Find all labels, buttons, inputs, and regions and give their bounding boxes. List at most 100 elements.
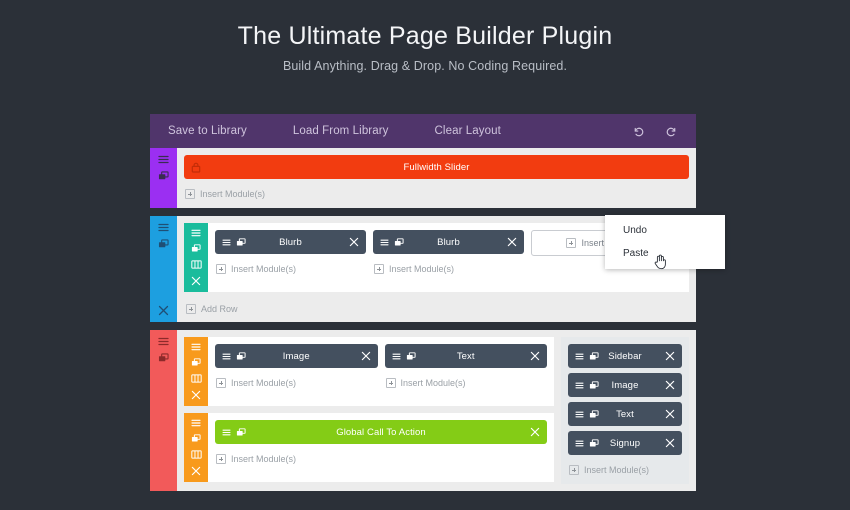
close-icon[interactable]: [349, 237, 359, 247]
hamburger-icon[interactable]: [222, 239, 231, 246]
clone-icon[interactable]: [406, 351, 416, 361]
close-icon[interactable]: [191, 276, 201, 286]
section-toolbar-red[interactable]: [150, 330, 177, 491]
column-1: Image Insert Module(s): [215, 344, 378, 399]
close-icon[interactable]: [150, 305, 177, 316]
builder-toolbar: Save to Library Load From Library Clear …: [150, 114, 696, 148]
plus-icon: [186, 304, 196, 314]
clone-icon[interactable]: [589, 438, 599, 448]
columns-icon[interactable]: [190, 374, 202, 383]
insert-modules-link[interactable]: Insert Module(s): [215, 449, 547, 466]
context-menu-item-undo[interactable]: Undo: [605, 219, 725, 242]
module-blurb[interactable]: Blurb: [215, 230, 366, 254]
hamburger-icon[interactable]: [191, 343, 201, 351]
module-text[interactable]: Text: [384, 344, 547, 368]
hamburger-icon[interactable]: [222, 353, 231, 360]
clear-layout-button[interactable]: Clear Layout: [435, 125, 501, 137]
module-image[interactable]: Image: [215, 344, 378, 368]
section-content-sidebar: Image Insert Module(s) Text Insert Modul…: [150, 330, 696, 491]
insert-modules-link[interactable]: Insert Module(s): [385, 373, 548, 390]
module-icons: [191, 162, 201, 173]
module-blurb[interactable]: Blurb: [373, 230, 524, 254]
module-icons: [391, 351, 416, 361]
section-toolbar-blue[interactable]: [150, 216, 177, 322]
module-global-call-to-action[interactable]: Global Call To Action: [215, 420, 547, 444]
clone-icon[interactable]: [236, 427, 246, 437]
hamburger-icon[interactable]: [158, 155, 169, 164]
hamburger-icon[interactable]: [575, 440, 584, 447]
insert-modules-label: Insert Module(s): [389, 264, 455, 274]
hamburger-icon[interactable]: [191, 229, 201, 237]
hamburger-icon[interactable]: [222, 429, 231, 436]
section-toolbar-purple[interactable]: [150, 148, 177, 208]
row-cta: Global Call To Action Insert Module(s): [184, 413, 554, 482]
clone-icon[interactable]: [158, 171, 169, 181]
close-icon[interactable]: [530, 351, 540, 361]
clone-icon[interactable]: [158, 239, 169, 249]
section-body-content-sidebar: Image Insert Module(s) Text Insert Modul…: [177, 330, 696, 491]
clone-icon[interactable]: [236, 351, 246, 361]
column-1: Global Call To Action Insert Module(s): [215, 420, 547, 475]
clone-icon[interactable]: [191, 358, 201, 367]
plus-icon: [385, 378, 396, 388]
close-icon[interactable]: [507, 237, 517, 247]
module-text[interactable]: Text: [568, 402, 682, 426]
hamburger-icon[interactable]: [575, 411, 584, 418]
add-row-label: Add Row: [201, 304, 238, 314]
close-icon[interactable]: [191, 390, 201, 400]
columns-icon[interactable]: [190, 450, 202, 459]
clone-icon[interactable]: [589, 380, 599, 390]
close-icon[interactable]: [361, 351, 371, 361]
insert-modules-link[interactable]: Insert Module(s): [215, 373, 378, 390]
insert-modules-link[interactable]: Insert Module(s): [373, 259, 524, 276]
undo-icon[interactable]: [632, 125, 645, 138]
redo-icon[interactable]: [665, 125, 678, 138]
module-sidebar[interactable]: Sidebar: [568, 344, 682, 368]
clone-icon[interactable]: [394, 237, 404, 247]
module-image[interactable]: Image: [568, 373, 682, 397]
module-icons: [575, 351, 599, 361]
close-icon[interactable]: [665, 409, 675, 419]
module-icons: [380, 237, 404, 247]
save-to-library-button[interactable]: Save to Library: [168, 125, 247, 137]
hamburger-icon[interactable]: [391, 353, 401, 360]
hamburger-icon[interactable]: [158, 223, 169, 232]
clone-icon[interactable]: [236, 237, 246, 247]
column-1: Blurb Insert Module(s): [215, 230, 366, 285]
plus-icon: [216, 378, 226, 388]
add-row-link[interactable]: Add Row: [184, 299, 689, 315]
hamburger-icon[interactable]: [575, 353, 584, 360]
close-icon[interactable]: [191, 466, 201, 476]
row-toolbar-orange[interactable]: [184, 337, 208, 406]
row-body: Global Call To Action Insert Module(s): [208, 413, 554, 482]
section-body-fullwidth: Fullwidth Slider Insert Module(s): [177, 148, 696, 208]
row-toolbar-orange[interactable]: [184, 413, 208, 482]
hamburger-icon[interactable]: [191, 419, 201, 427]
module-icons: [222, 237, 246, 247]
close-icon[interactable]: [665, 438, 675, 448]
module-fullwidth-slider[interactable]: Fullwidth Slider: [184, 155, 689, 179]
lock-icon: [191, 162, 201, 173]
hamburger-icon[interactable]: [158, 337, 169, 346]
column-2: Text Insert Module(s): [384, 344, 548, 399]
insert-modules-link[interactable]: Insert Module(s): [568, 460, 682, 477]
context-menu-item-paste[interactable]: Paste: [605, 242, 725, 265]
insert-modules-link[interactable]: Insert Module(s): [184, 184, 689, 201]
clone-icon[interactable]: [191, 434, 201, 443]
insert-modules-link[interactable]: Insert Module(s): [215, 259, 366, 276]
clone-icon[interactable]: [191, 244, 201, 253]
hamburger-icon[interactable]: [575, 382, 584, 389]
close-icon[interactable]: [665, 380, 675, 390]
row-image-text: Image Insert Module(s) Text Insert Modul…: [184, 337, 554, 406]
clone-icon[interactable]: [158, 353, 169, 363]
clone-icon[interactable]: [589, 409, 599, 419]
hamburger-icon[interactable]: [380, 239, 389, 246]
clone-icon[interactable]: [589, 351, 599, 361]
close-icon[interactable]: [665, 351, 675, 361]
close-icon[interactable]: [530, 427, 540, 437]
columns-icon[interactable]: [190, 260, 202, 269]
row-toolbar-teal[interactable]: [184, 223, 208, 292]
module-icons: [575, 438, 599, 448]
load-from-library-button[interactable]: Load From Library: [293, 125, 389, 137]
module-signup[interactable]: Signup: [568, 431, 682, 455]
